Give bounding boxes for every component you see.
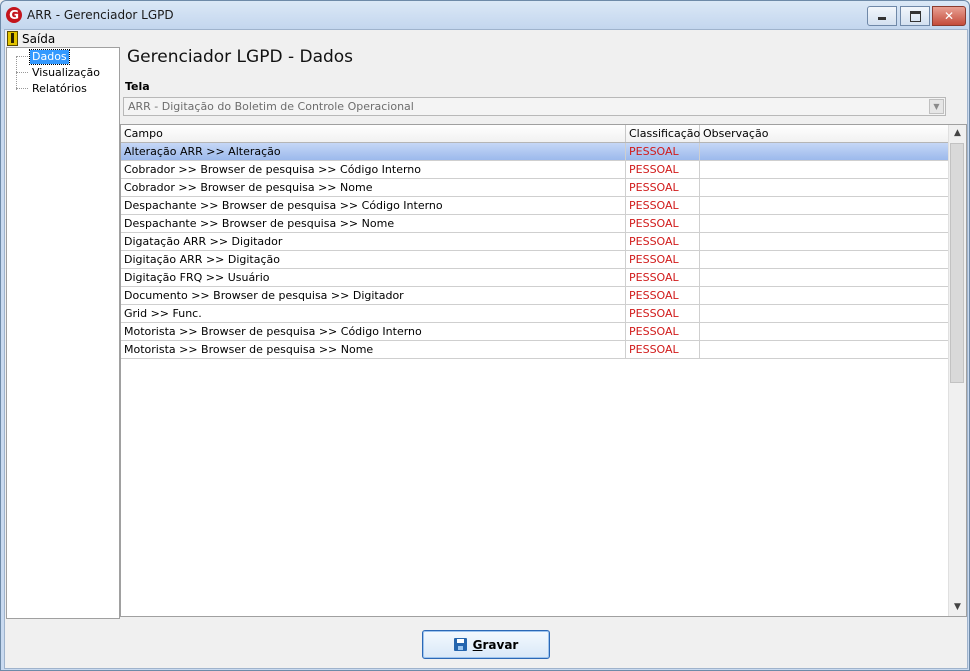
maximize-button[interactable] <box>900 6 930 26</box>
cell-classificacao[interactable]: PESSOAL <box>626 287 700 304</box>
cell-classificacao[interactable]: PESSOAL <box>626 305 700 322</box>
table-row[interactable]: Digatação ARR >> Digitador PESSOAL <box>121 233 949 251</box>
cell-classificacao[interactable]: PESSOAL <box>626 161 700 178</box>
table-row[interactable]: Despachante >> Browser de pesquisa >> No… <box>121 215 949 233</box>
cell-observacao[interactable] <box>700 233 949 250</box>
cell-observacao[interactable] <box>700 197 949 214</box>
tree-branch <box>16 88 28 89</box>
grid-header: Campo Classificação Observação <box>121 125 949 143</box>
cell-classificacao[interactable]: PESSOAL <box>626 233 700 250</box>
table-row[interactable]: Despachante >> Browser de pesquisa >> Có… <box>121 197 949 215</box>
table-row[interactable]: Documento >> Browser de pesquisa >> Digi… <box>121 287 949 305</box>
grid-rows: Alteração ARR >> Alteração PESSOAL Cobrado… <box>121 143 949 359</box>
table-row[interactable]: Digitação FRQ >> Usuário PESSOAL <box>121 269 949 287</box>
floppy-disk-icon <box>453 638 467 651</box>
column-header-observacao[interactable]: Observação <box>700 125 949 142</box>
scroll-up-icon[interactable]: ▲ <box>949 125 966 142</box>
table-row[interactable]: Motorista >> Browser de pesquisa >> Nome… <box>121 341 949 359</box>
cell-classificacao[interactable]: PESSOAL <box>626 179 700 196</box>
maximize-icon <box>910 11 921 22</box>
cell-campo[interactable]: Cobrador >> Browser de pesquisa >> Nome <box>121 179 626 196</box>
tree-item-label: Visualização <box>32 65 100 79</box>
close-icon: ✕ <box>943 9 955 23</box>
cell-campo[interactable]: Alteração ARR >> Alteração <box>121 143 626 160</box>
cell-observacao[interactable] <box>700 341 949 358</box>
scroll-thumb[interactable] <box>950 143 964 383</box>
title-bar[interactable]: G ARR - Gerenciador LGPD ✕ <box>1 1 969 29</box>
table-row[interactable]: Cobrador >> Browser de pesquisa >> Códig… <box>121 161 949 179</box>
navigation-tree: Dados Visualização Relatórios <box>6 47 120 619</box>
tree-item-dados[interactable]: Dados <box>16 48 70 65</box>
vertical-scrollbar[interactable]: ▲ ▼ <box>948 125 966 616</box>
minimize-button[interactable] <box>867 6 897 26</box>
tela-select-value: ARR - Digitação do Boletim de Controle O… <box>128 100 414 113</box>
app-logo-icon: G <box>6 7 22 23</box>
cell-campo[interactable]: Digitação ARR >> Digitação <box>121 251 626 268</box>
tree-item-label: Dados <box>29 48 70 65</box>
table-row[interactable]: Grid >> Func. PESSOAL <box>121 305 949 323</box>
scroll-down-icon[interactable]: ▼ <box>949 599 966 616</box>
chevron-down-icon[interactable]: ▼ <box>929 99 944 114</box>
menu-bar: Saída <box>5 30 967 47</box>
close-button[interactable]: ✕ <box>932 6 966 26</box>
tree-item-visualizacao[interactable]: Visualização <box>16 65 102 80</box>
save-button-label: Gravar <box>473 638 519 652</box>
cell-classificacao[interactable]: PESSOAL <box>626 215 700 232</box>
minimize-icon <box>878 17 886 20</box>
cell-classificacao[interactable]: PESSOAL <box>626 197 700 214</box>
cell-observacao[interactable] <box>700 161 949 178</box>
cell-campo[interactable]: Cobrador >> Browser de pesquisa >> Códig… <box>121 161 626 178</box>
tree-item-label: Relatórios <box>32 81 87 95</box>
cell-observacao[interactable] <box>700 287 949 304</box>
cell-observacao[interactable] <box>700 179 949 196</box>
save-mnemonic: G <box>472 637 483 652</box>
cell-observacao[interactable] <box>700 143 949 160</box>
menu-exit[interactable]: Saída <box>7 30 55 47</box>
cell-campo[interactable]: Motorista >> Browser de pesquisa >> Nome <box>121 341 626 358</box>
cell-observacao[interactable] <box>700 323 949 340</box>
cell-campo[interactable]: Despachante >> Browser de pesquisa >> Có… <box>121 197 626 214</box>
fields-grid: Campo Classificação Observação Alteração… <box>120 124 967 617</box>
save-label-rest: ravar <box>482 637 519 652</box>
table-row[interactable]: Cobrador >> Browser de pesquisa >> Nome P… <box>121 179 949 197</box>
cell-campo[interactable]: Grid >> Func. <box>121 305 626 322</box>
cell-observacao[interactable] <box>700 251 949 268</box>
cell-classificacao[interactable]: PESSOAL <box>626 323 700 340</box>
client-area: Saída Dados Visualização Relatórios Gere… <box>4 29 968 669</box>
cell-observacao[interactable] <box>700 269 949 286</box>
cell-campo[interactable]: Despachante >> Browser de pesquisa >> No… <box>121 215 626 232</box>
cell-observacao[interactable] <box>700 305 949 322</box>
window-title: ARR - Gerenciador LGPD <box>27 8 174 22</box>
tree-branch <box>16 56 28 57</box>
column-header-classificacao[interactable]: Classificação <box>626 125 700 142</box>
menu-exit-label: Saída <box>22 31 56 46</box>
app-window: G ARR - Gerenciador LGPD ✕ Saída Dados V… <box>0 0 970 671</box>
cell-campo[interactable]: Digatação ARR >> Digitador <box>121 233 626 250</box>
cell-campo[interactable]: Motorista >> Browser de pesquisa >> Códi… <box>121 323 626 340</box>
exit-door-icon <box>7 31 18 46</box>
cell-classificacao[interactable]: PESSOAL <box>626 143 700 160</box>
table-row[interactable]: Motorista >> Browser de pesquisa >> Códi… <box>121 323 949 341</box>
table-row[interactable]: Alteração ARR >> Alteração PESSOAL <box>121 143 949 161</box>
cell-classificacao[interactable]: PESSOAL <box>626 269 700 286</box>
tree-branch <box>16 72 28 73</box>
cell-campo[interactable]: Digitação FRQ >> Usuário <box>121 269 626 286</box>
save-button[interactable]: Gravar <box>422 630 550 659</box>
cell-classificacao[interactable]: PESSOAL <box>626 251 700 268</box>
page-title: Gerenciador LGPD - Dados <box>127 47 354 67</box>
table-row[interactable]: Digitação ARR >> Digitação PESSOAL <box>121 251 949 269</box>
tree-item-relatorios[interactable]: Relatórios <box>16 81 89 96</box>
cell-classificacao[interactable]: PESSOAL <box>626 341 700 358</box>
tela-label: Tela <box>125 80 150 93</box>
tela-select[interactable]: ARR - Digitação do Boletim de Controle O… <box>123 97 946 116</box>
cell-campo[interactable]: Documento >> Browser de pesquisa >> Digi… <box>121 287 626 304</box>
column-header-campo[interactable]: Campo <box>121 125 626 142</box>
cell-observacao[interactable] <box>700 215 949 232</box>
